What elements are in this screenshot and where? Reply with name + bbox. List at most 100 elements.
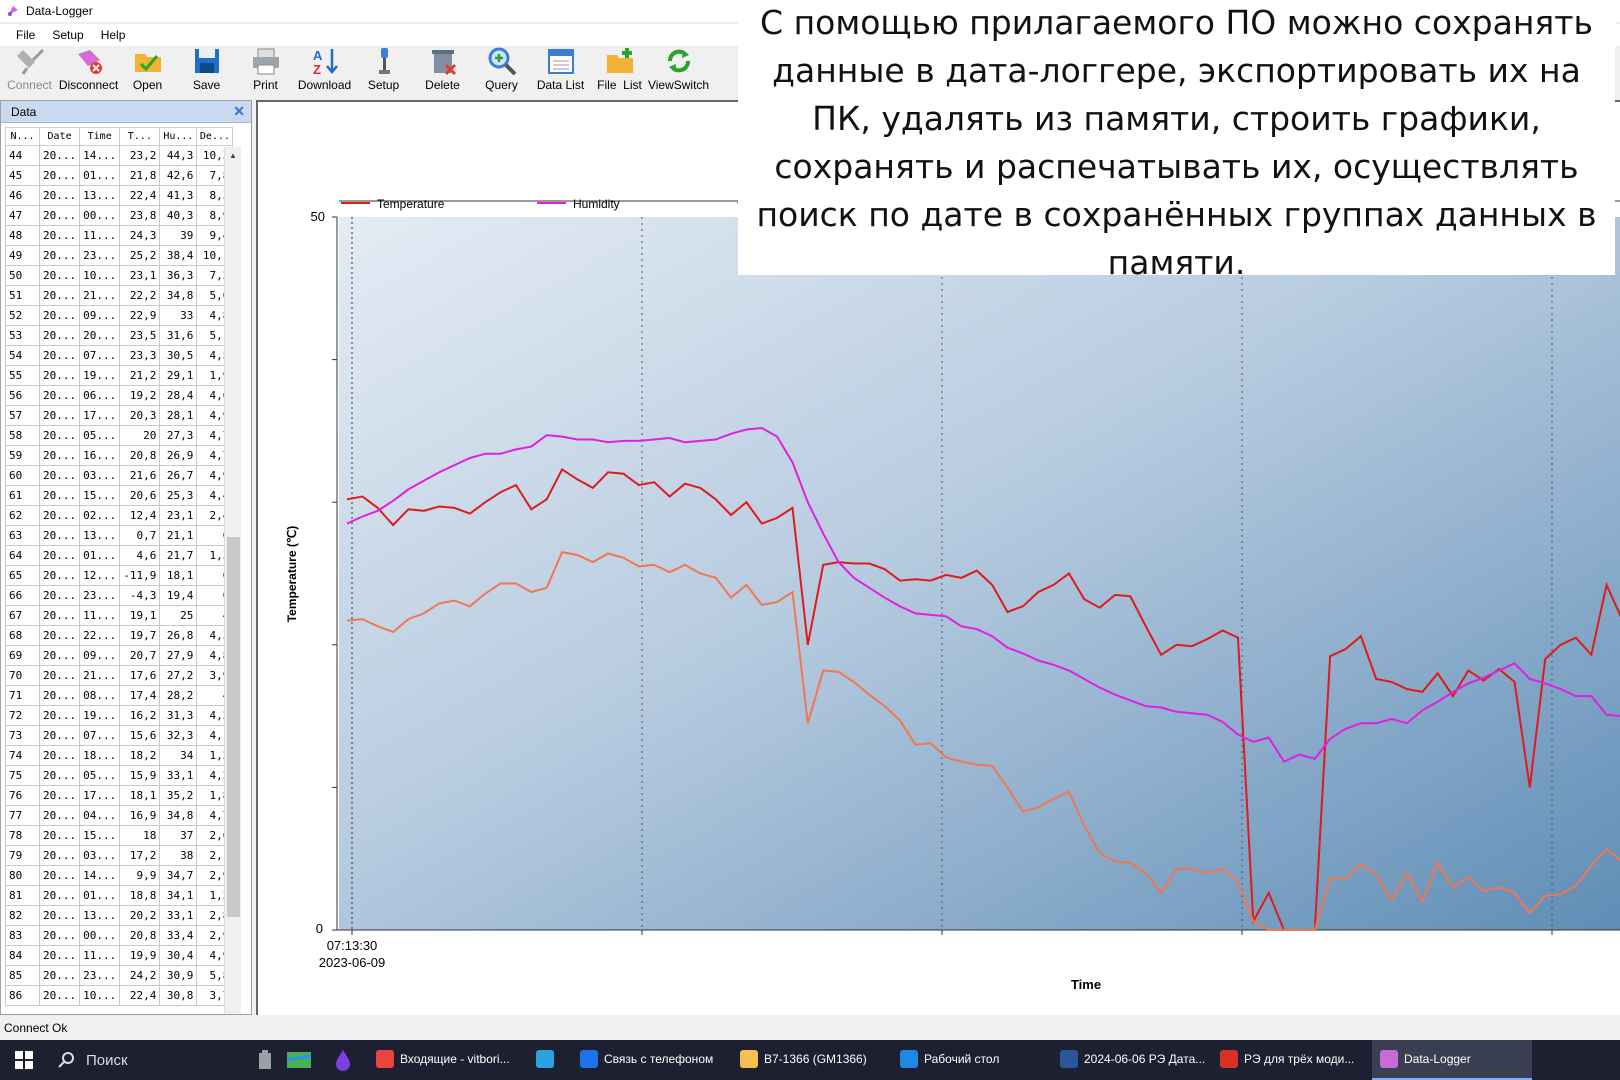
toolbar-label: Save [192,78,221,92]
taskbar-app[interactable]: 2024-06-06 РЭ Дата... [1052,1040,1212,1080]
chrome-icon [376,1050,394,1068]
download-button[interactable]: A Z Download [295,46,354,96]
table-row[interactable]: 6320...13...0,721,10 [5,525,234,546]
taskbar-app[interactable]: Связь с телефоном [572,1040,732,1080]
scroll-down-icon[interactable]: ▼ [225,1011,241,1014]
table-row[interactable]: 74 20... 18... 18,2 34 1,2 [5,745,234,766]
table-cell: -4,3 [119,585,161,606]
table-row[interactable]: 69 20... 09... 20,7 27,9 4,8 [5,645,234,666]
toolbar-label: ViewSwitch [647,78,710,92]
menu-setup[interactable]: Setup [46,28,94,42]
desktop-icon [900,1050,918,1068]
table-row[interactable]: 78 20... 15... 18 37 2,6 [5,825,234,846]
setup-icon [378,48,390,74]
file-list-button[interactable]: File List [590,46,649,96]
column-header[interactable]: Time [79,127,121,146]
table-cell: 09... [79,305,121,326]
column-header[interactable]: Hu... [159,127,198,146]
table-row[interactable]: 64 20... 01... 4,6 21,7 1,3 [5,545,234,566]
table-row[interactable]: 46 20... 13... 22,4 41,3 8,3 [5,185,234,206]
data-list-button[interactable]: Data List [531,46,590,96]
taskbar-app[interactable]: Data-Logger [1372,1040,1532,1080]
table-row[interactable]: 82 20... 13... 20,2 33,1 2,8 [5,905,234,926]
taskbar-app[interactable] [528,1040,572,1080]
connect-button[interactable]: Connect [0,46,59,96]
table-row[interactable]: 58 20... 05... 20 27,3 4,7 [5,425,234,446]
table-row[interactable]: 52 20... 09... 22,9 33 4,8 [5,305,234,326]
disconnect-button[interactable]: Disconnect [59,46,118,96]
table-row[interactable]: 70 20... 21... 17,6 27,2 3,9 [5,665,234,686]
table-cell: 32,3 [159,725,198,746]
table-cell: 20... [38,985,81,1006]
column-header[interactable]: De... [196,127,234,146]
table-row[interactable]: 85 20... 23... 24,2 30,9 5,8 [5,965,234,986]
setup-button[interactable]: Setup [354,46,413,96]
table-row[interactable]: 59 20... 16... 20,8 26,9 4,7 [5,445,234,466]
table-row[interactable]: 76 20... 17... 18,1 35,2 1,8 [5,785,234,806]
table-row[interactable]: 44 20... 14... 23,2 44,3 10,3 [5,145,234,166]
table-row[interactable]: 73 20... 07... 15,6 32,3 4,1 [5,725,234,746]
table-cell: 16,9 [119,805,161,826]
scroll-up-icon[interactable]: ▲ [225,147,241,163]
taskbar-app[interactable]: Входящие - vitbori... [368,1040,528,1080]
close-icon[interactable]: ✕ [233,103,245,120]
table-cell: 67 [5,605,40,626]
table-row[interactable]: 54 20... 07... 23,3 30,5 4,5 [5,345,234,366]
menu-help[interactable]: Help [95,28,137,42]
table-row[interactable]: 62 20... 02... 12,4 23,1 2,4 [5,505,234,526]
column-header[interactable]: Date [38,127,81,146]
taskbar-app[interactable]: B7-1366 (GM1366) [732,1040,892,1080]
open-button[interactable]: Open [118,46,177,96]
query-button[interactable]: Query [472,46,531,96]
table-cell: 20... [38,245,81,266]
table-row[interactable]: 75 20... 05... 15,9 33,1 4,2 [5,765,234,786]
table-row[interactable]: 72 20... 19... 16,2 31,3 4,2 [5,705,234,726]
table-row[interactable]: 79 20... 03... 17,2 38 2,1 [5,845,234,866]
table-row[interactable]: 68 20... 22... 19,7 26,8 4,3 [5,625,234,646]
table-row[interactable]: 61 20... 15... 20,6 25,3 4,4 [5,485,234,506]
table-row[interactable]: 81 20... 01... 18,8 34,1 1,3 [5,885,234,906]
table-row[interactable]: 84 20... 11... 19,9 30,4 4,9 [5,945,234,966]
table-row[interactable]: 7120...08...17,428,24 [5,685,234,706]
table-row[interactable]: 83 20... 00... 20,8 33,4 2,9 [5,925,234,946]
table-row[interactable]: 53 20... 20... 23,5 31,6 5,1 [5,325,234,346]
table-cell: 77 [5,805,40,826]
vertical-scrollbar[interactable]: ▲ ▼ [224,147,241,1014]
table-row[interactable]: 57 20... 17... 20,3 28,1 4,9 [5,405,234,426]
legend-label: Temperature [377,197,445,211]
table-row[interactable]: 6520...12...-11,918,10 [5,565,234,586]
table-row[interactable]: 51 20... 21... 22,2 34,8 5,6 [5,285,234,306]
table-row[interactable]: 48 20... 11... 24,3 39 9,4 [5,225,234,246]
windows-start-icon[interactable] [0,1040,48,1080]
viewswitch-button[interactable]: ViewSwitch [647,46,710,96]
table-row[interactable]: 56 20... 06... 19,2 28,4 4,6 [5,385,234,406]
table-row[interactable]: 6720...11...19,1254 [5,605,234,626]
table-row[interactable]: 80 20... 14... 9,9 34,7 2,9 [5,865,234,886]
table-row[interactable]: 45 20... 01... 21,8 42,6 7,8 [5,165,234,186]
paint-drop-icon[interactable] [326,1040,360,1080]
taskbar-app[interactable]: Рабочий стол [892,1040,1052,1080]
table-row[interactable]: 49 20... 23... 25,2 38,4 10,1 [5,245,234,266]
scrollbar-thumb[interactable] [227,537,240,917]
svg-text:A: A [313,48,323,63]
print-button[interactable]: Print [236,46,295,96]
table-row[interactable]: 6620...23...-4,319,40 [5,585,234,606]
taskbar-search[interactable]: Поиск [48,1040,248,1080]
save-button[interactable]: Save [177,46,236,96]
table-cell: 15,9 [119,765,161,786]
column-header[interactable]: T... [119,127,161,146]
table-row[interactable]: 47 20... 00... 23,8 40,3 8,9 [5,205,234,226]
delete-button[interactable]: Delete [413,46,472,96]
table-cell: 27,9 [159,645,198,666]
table-row[interactable]: 55 20... 19... 21,2 29,1 1,9 [5,365,234,386]
briefcase-icon[interactable] [248,1040,282,1080]
table-cell: 19,1 [119,605,161,626]
table-row[interactable]: 86 20... 10... 22,4 30,8 3,7 [5,985,234,1006]
column-header[interactable]: N... [5,127,40,146]
menu-file[interactable]: File [10,28,46,42]
table-row[interactable]: 77 20... 04... 16,9 34,8 4,7 [5,805,234,826]
taskbar-app[interactable]: РЭ для трёх моди... [1212,1040,1372,1080]
maps-icon[interactable] [282,1040,316,1080]
table-row[interactable]: 50 20... 10... 23,1 36,3 7,2 [5,265,234,286]
table-row[interactable]: 60 20... 03... 21,6 26,7 4,9 [5,465,234,486]
